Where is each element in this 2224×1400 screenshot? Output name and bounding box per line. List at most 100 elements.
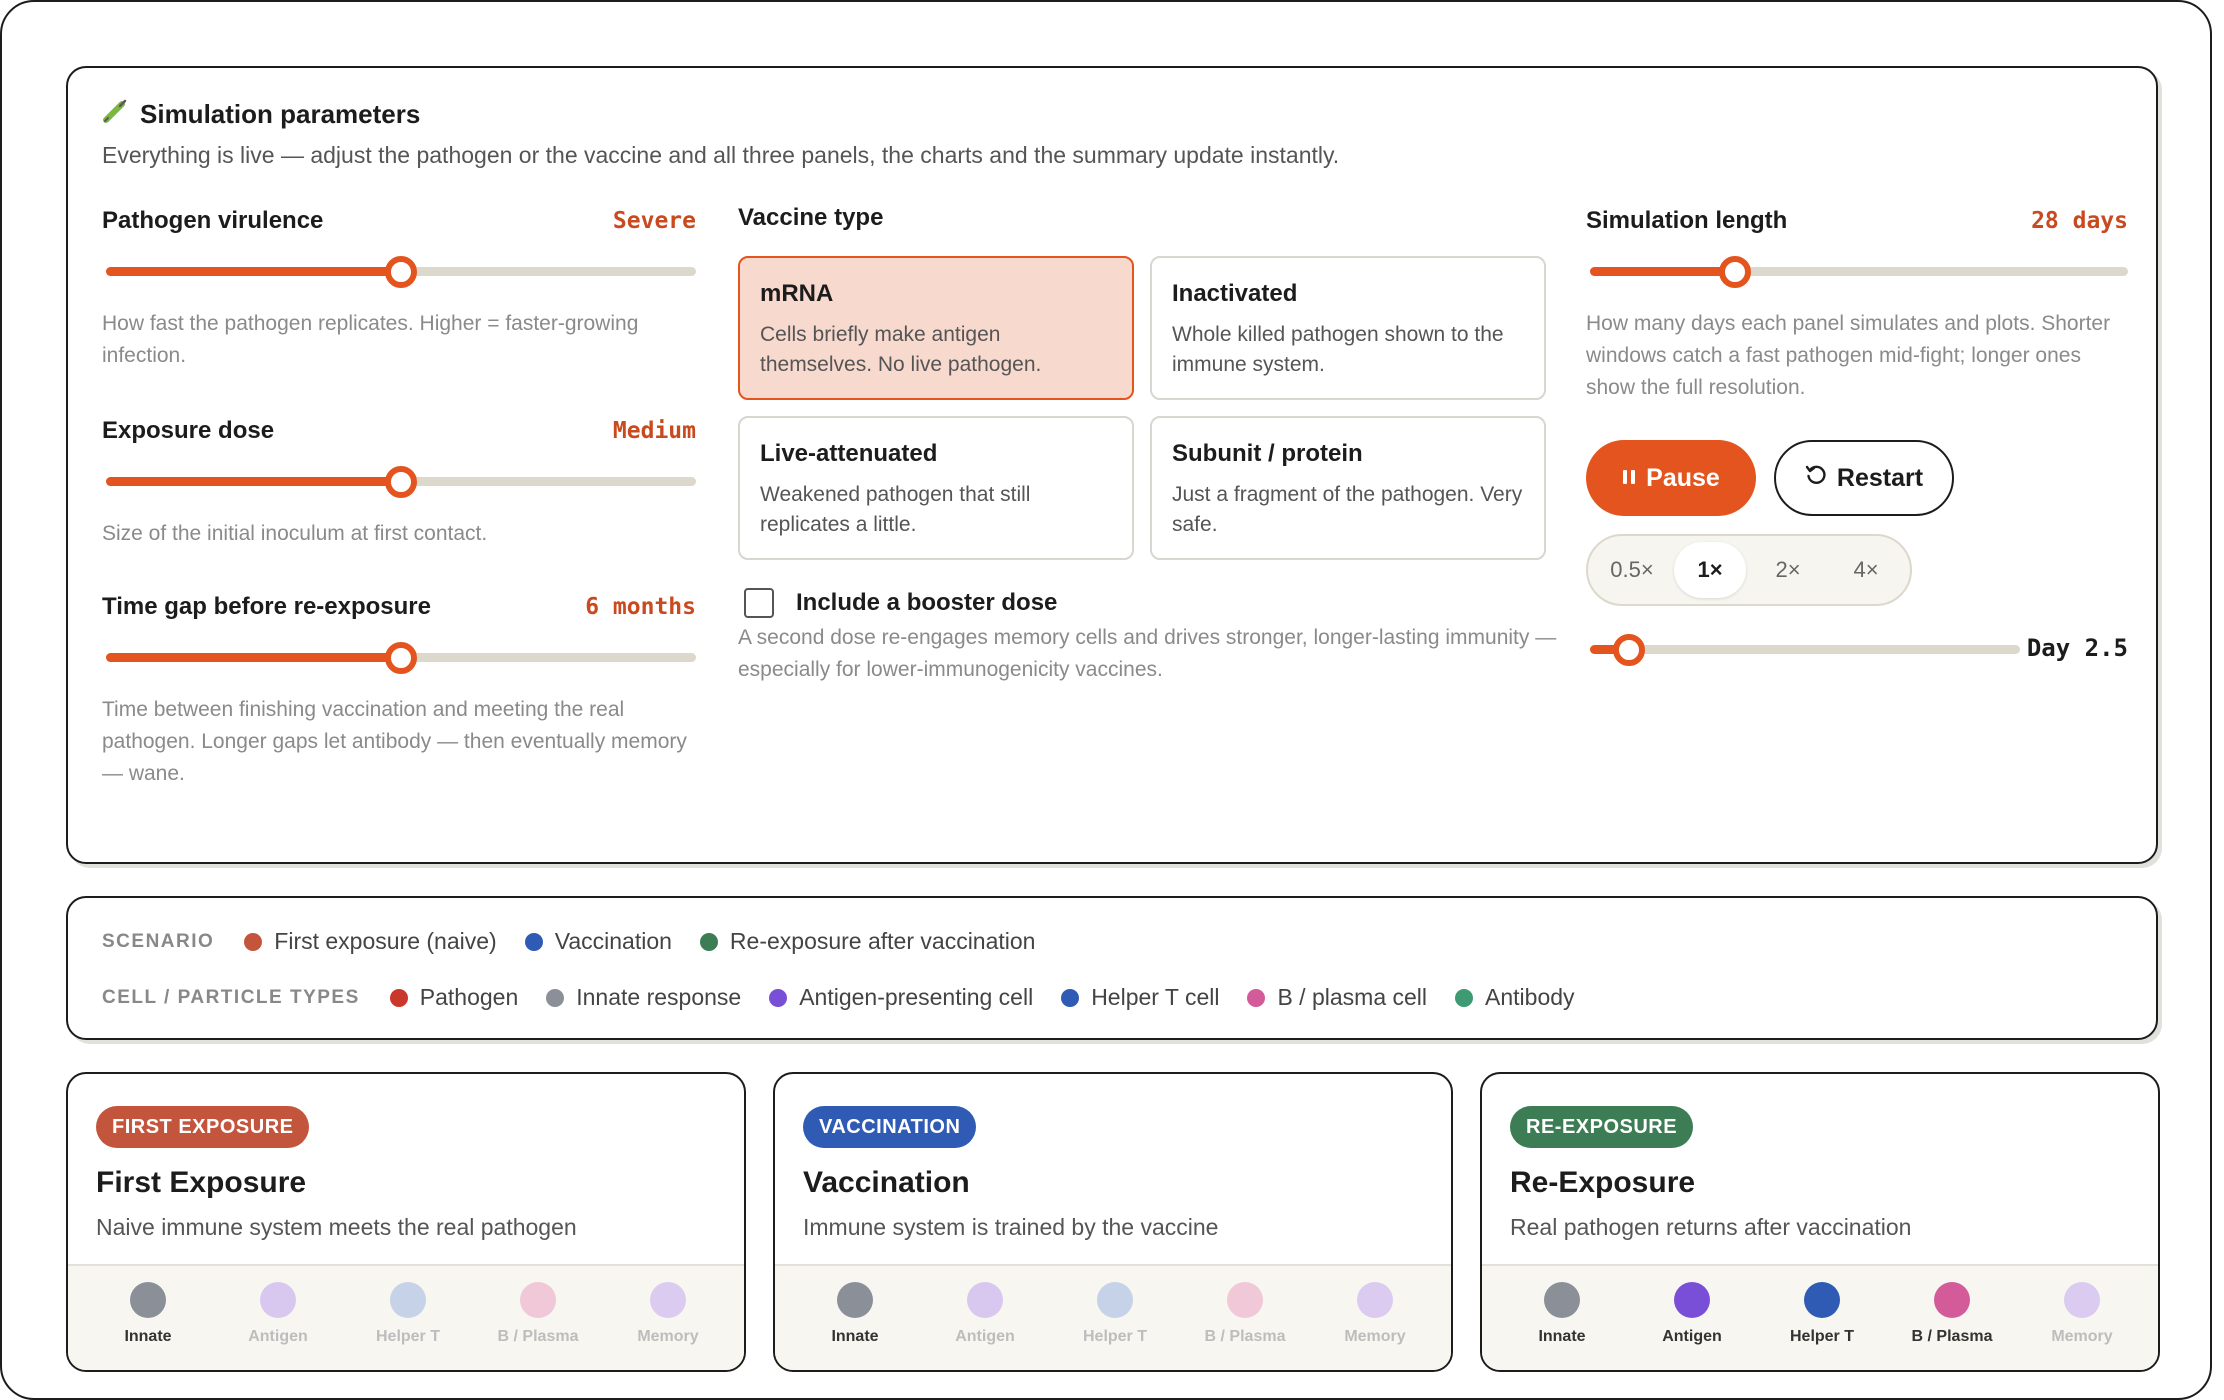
cell-status-strip: Innate Antigen Helper T B / Plasma Memory: [68, 1264, 744, 1370]
dose-control: Exposure dose Medium Size of the initial…: [102, 414, 696, 550]
pause-button[interactable]: Pause: [1586, 440, 1756, 516]
speed-option-4x[interactable]: 4×: [1830, 542, 1902, 598]
cell-status-strip: Innate Antigen Helper T B / Plasma Memory: [775, 1264, 1451, 1370]
cell-label: Helper T: [1082, 1328, 1147, 1345]
cell-label: Innate: [1538, 1328, 1586, 1345]
speed-option-1x[interactable]: 1×: [1674, 542, 1746, 598]
day-slider[interactable]: [1586, 634, 2020, 666]
scenario-legend-head: SCENARIO: [102, 930, 215, 952]
cell-indicator: B / Plasma: [1180, 1282, 1310, 1346]
legend-dot: [699, 932, 718, 951]
vaccine-option-name: Live-attenuated: [760, 440, 938, 467]
pause-icon: [1622, 464, 1636, 493]
cell-indicator: Innate: [790, 1282, 920, 1346]
speed-option-2x[interactable]: 2×: [1752, 542, 1824, 598]
gap-slider[interactable]: [102, 642, 696, 674]
day-slider-thumb[interactable]: [1612, 634, 1645, 666]
scenario-legend: SCENARIO First exposure (naive) Vaccinati…: [102, 928, 1063, 955]
scenario-legend-item: First exposure (naive): [244, 928, 497, 955]
cell-indicator: Antigen: [213, 1282, 343, 1346]
legend-label: Antibody: [1485, 984, 1575, 1010]
cell-dot: [2064, 1282, 2100, 1318]
vaccine-option-subunit-protein[interactable]: Subunit / protein Just a fragment of the …: [1150, 416, 1546, 560]
legend-panel: SCENARIO First exposure (naive) Vaccinati…: [66, 896, 2158, 1040]
cell-legend-item: Antigen-presenting cell: [769, 984, 1033, 1011]
day-readout: Day 2.5: [2026, 634, 2128, 662]
restart-icon: [1805, 464, 1827, 493]
legend-label: Innate response: [576, 984, 742, 1010]
length-control: Simulation length 28 days How many days …: [1586, 204, 2128, 404]
cell-indicator: Antigen: [920, 1282, 1050, 1346]
vaccine-option-name: Inactivated: [1172, 280, 1298, 307]
booster-checkbox[interactable]: [744, 588, 774, 618]
booster-label[interactable]: Include a booster dose: [796, 589, 1057, 617]
cell-label: Memory: [2051, 1328, 2113, 1345]
legend-label: Re-exposure after vaccination: [729, 928, 1036, 954]
cell-dot: [390, 1282, 426, 1318]
cell-label: Innate: [124, 1328, 172, 1345]
cell-label: Antigen: [248, 1328, 308, 1345]
cell-indicator: Memory: [603, 1282, 733, 1346]
vaccine-option-mrna[interactable]: mRNA Cells briefly make antigen themselve…: [738, 256, 1134, 400]
cell-label: Innate: [831, 1328, 879, 1345]
params-title-text: Simulation parameters: [140, 99, 421, 129]
gap-control: Time gap before re-exposure 6 months Tim…: [102, 590, 696, 790]
scenario-badge: RE-EXPOSURE: [1510, 1106, 1694, 1148]
scenario-subtitle: Real pathogen returns after vaccination: [1510, 1214, 1912, 1240]
cell-dot: [967, 1282, 1003, 1318]
vaccine-option-live-attenuated[interactable]: Live-attenuated Weakened pathogen that st…: [738, 416, 1134, 560]
virulence-slider[interactable]: [102, 256, 696, 288]
virulence-slider-thumb[interactable]: [385, 256, 417, 288]
legend-label: B / plasma cell: [1277, 984, 1428, 1010]
restart-button[interactable]: Restart: [1774, 440, 1954, 516]
cell-label: B / Plasma: [1204, 1328, 1286, 1345]
dose-value: Medium: [612, 418, 696, 444]
cell-indicator: Antigen: [1627, 1282, 1757, 1346]
legend-label: Vaccination: [554, 928, 672, 954]
scenario-subtitle: Naive immune system meets the real patho…: [96, 1214, 577, 1240]
cell-indicator: Helper T: [343, 1282, 473, 1346]
cell-legend-head: CELL / PARTICLE TYPES: [102, 986, 360, 1008]
cell-legend-item: Innate response: [546, 984, 741, 1011]
gap-value: 6 months: [585, 594, 696, 620]
cell-dot: [1674, 1282, 1710, 1318]
cell-label: Helper T: [1789, 1328, 1854, 1345]
cell-indicator: B / Plasma: [1887, 1282, 2017, 1346]
vaccine-option-inactivated[interactable]: Inactivated Whole killed pathogen shown t…: [1150, 256, 1546, 400]
scenario-title: Re-Exposure: [1510, 1166, 1696, 1199]
legend-dot: [1247, 988, 1266, 1007]
legend-dot: [769, 988, 788, 1007]
speed-selector: 0.5× 1× 2× 4×: [1586, 534, 1912, 606]
vaccine-option-desc: Just a fragment of the pathogen. Very sa…: [1172, 483, 1523, 536]
dose-slider[interactable]: [102, 466, 696, 498]
length-slider[interactable]: [1586, 256, 2128, 288]
legend-dot: [524, 932, 543, 951]
params-title: Simulation parameters: [102, 98, 420, 131]
cell-dot: [520, 1282, 556, 1318]
gap-help: Time between finishing vaccination and m…: [102, 698, 687, 785]
cell-legend-item: B / plasma cell: [1247, 984, 1427, 1011]
vaccine-option-name: Subunit / protein: [1172, 440, 1363, 467]
cell-indicator: B / Plasma: [473, 1282, 603, 1346]
vaccine-option-desc: Cells briefly make antigen themselves. N…: [760, 323, 1042, 376]
cell-indicator: Innate: [1497, 1282, 1627, 1346]
length-slider-thumb[interactable]: [1719, 256, 1752, 288]
gap-slider-thumb[interactable]: [385, 642, 417, 674]
simulation-parameters-panel: Simulation parameters Everything is live…: [66, 66, 2158, 864]
dose-slider-thumb[interactable]: [385, 466, 417, 498]
scenario-card-first-exposure: FIRST EXPOSURE First Exposure Naive immune…: [66, 1072, 746, 1372]
vaccine-option-desc: Weakened pathogen that still replicates …: [760, 483, 1031, 536]
virulence-control: Pathogen virulence Severe How fast the p…: [102, 204, 696, 372]
scenario-legend-item: Vaccination: [524, 928, 672, 955]
legend-dot: [1455, 988, 1474, 1007]
legend-dot: [389, 988, 408, 1007]
cell-dot: [130, 1282, 166, 1318]
cell-dot: [1934, 1282, 1970, 1318]
virulence-value: Severe: [612, 208, 696, 234]
virulence-label: Pathogen virulence: [102, 207, 324, 234]
cell-dot: [1227, 1282, 1263, 1318]
cell-legend-item: Antibody: [1455, 984, 1575, 1011]
cell-label: B / Plasma: [497, 1328, 579, 1345]
legend-label: Helper T cell: [1091, 984, 1220, 1010]
speed-option-0-5x[interactable]: 0.5×: [1596, 542, 1668, 598]
